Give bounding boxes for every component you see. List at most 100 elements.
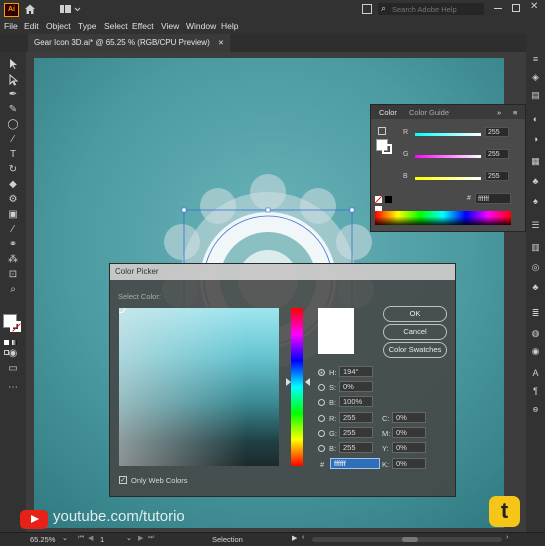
magenta-input[interactable]: 0% <box>392 427 426 438</box>
menu-edit[interactable]: Edit <box>24 21 39 31</box>
gradient-panel-icon[interactable]: ▥ <box>530 242 541 253</box>
libraries-icon[interactable]: ▤ <box>530 90 541 101</box>
yellow-input[interactable]: 0% <box>392 442 426 453</box>
paintbrush-tool-icon[interactable]: ∕ <box>6 134 20 146</box>
minimize-button[interactable] <box>494 8 502 9</box>
panel-menu-icon[interactable]: ≡ <box>513 108 517 117</box>
last-artboard-icon[interactable]: ⏭ <box>148 534 154 542</box>
menu-effect[interactable]: Effect <box>132 21 154 31</box>
close-window-button[interactable]: ✕ <box>530 1 538 12</box>
b-value[interactable]: 255 <box>485 171 509 181</box>
r-value[interactable]: 255 <box>485 127 509 137</box>
hue-slider-right-arrow[interactable] <box>305 378 310 386</box>
red-input[interactable]: 255 <box>339 412 373 423</box>
search-field[interactable]: ⌕ <box>378 3 484 15</box>
fill-stroke-mini-swatch[interactable] <box>376 127 394 155</box>
only-web-colors-checkbox[interactable]: ✓ <box>119 476 127 484</box>
align-icon[interactable]: ≣ <box>530 308 541 319</box>
workspace-switcher-icon[interactable] <box>60 4 82 14</box>
menu-select[interactable]: Select <box>104 21 128 31</box>
tab-color[interactable]: Color <box>379 108 397 117</box>
color-field[interactable] <box>119 308 279 466</box>
hex-input[interactable]: ffffff <box>330 458 380 469</box>
type-tool-icon[interactable]: T <box>6 149 20 161</box>
hue-input[interactable]: 194° <box>339 366 373 377</box>
screen-mode-icon[interactable]: ▭ <box>6 363 20 375</box>
cyan-input[interactable]: 0% <box>392 412 426 423</box>
cancel-button[interactable]: Cancel <box>383 324 447 340</box>
blue-input[interactable]: 255 <box>339 442 373 453</box>
color-mode-icons[interactable] <box>4 337 22 355</box>
blend-tool-icon[interactable]: ⚭ <box>6 239 20 251</box>
ellipse-tool-icon[interactable]: ◯ <box>6 119 20 131</box>
ok-button[interactable]: OK <box>383 306 447 322</box>
brushes-icon[interactable]: ♣ <box>530 176 541 187</box>
curvature-tool-icon[interactable]: ✎ <box>6 104 20 116</box>
properties-icon[interactable]: ≡ <box>530 54 541 65</box>
rotate-tool-icon[interactable]: ↻ <box>6 164 20 176</box>
color-panel-icon[interactable]: ◐ <box>530 114 541 125</box>
symbol-sprayer-tool-icon[interactable]: ⁂ <box>6 254 20 266</box>
direct-selection-tool-icon[interactable] <box>6 73 20 86</box>
zoom-tool-icon[interactable]: ⌕ <box>6 284 20 296</box>
g-value[interactable]: 255 <box>485 149 509 159</box>
menu-file[interactable]: File <box>4 21 18 31</box>
collapse-panel-icon[interactable]: » <box>497 108 501 117</box>
menu-help[interactable]: Help <box>221 21 238 31</box>
pathfinder-icon[interactable]: ◍ <box>530 328 541 339</box>
fill-stroke-swatch[interactable] <box>3 314 23 334</box>
draw-mode-icon[interactable]: ◉ <box>6 348 20 360</box>
hue-slider[interactable] <box>291 308 303 466</box>
first-artboard-icon[interactable]: ⏮ <box>78 534 84 542</box>
eyedropper-tool-icon[interactable]: ⁄ <box>6 224 20 236</box>
paragraph-icon[interactable]: ¶ <box>530 386 541 397</box>
saturation-radio[interactable] <box>318 384 325 391</box>
artboard-number[interactable]: 1 <box>100 535 104 544</box>
document-tab[interactable]: Gear Icon 3D.ai* @ 65.25 % (RGB/CPU Prev… <box>28 34 230 52</box>
hex-field[interactable]: ffffff <box>475 193 511 204</box>
pen-tool-icon[interactable]: ✒ <box>6 89 20 101</box>
black-input[interactable]: 0% <box>392 458 426 469</box>
eraser-tool-icon[interactable]: ◆ <box>6 179 20 191</box>
saturation-input[interactable]: 0% <box>339 381 373 392</box>
next-artboard-icon[interactable]: ▶ <box>138 534 143 542</box>
color-guide-icon[interactable]: ◑ <box>530 134 541 145</box>
menu-view[interactable]: View <box>161 21 179 31</box>
more-tools-icon[interactable]: ⋯ <box>6 382 20 394</box>
zoom-dropdown-icon[interactable]: ⌄ <box>62 534 68 542</box>
r-slider[interactable] <box>415 133 481 136</box>
brightness-input[interactable]: 100% <box>339 396 373 407</box>
layers-icon[interactable]: ◈ <box>530 72 541 83</box>
artboard-tool-icon[interactable]: ⊡ <box>6 269 20 281</box>
zoom-level[interactable]: 65.25% <box>30 535 55 544</box>
horizontal-scrollbar[interactable] <box>312 537 502 542</box>
menu-window[interactable]: Window <box>186 21 216 31</box>
hue-radio[interactable] <box>318 369 325 376</box>
transparency-icon[interactable]: ◎ <box>530 262 541 273</box>
swatches-icon[interactable]: ▦ <box>530 156 541 167</box>
green-radio[interactable] <box>318 430 325 437</box>
gradient-tool-icon[interactable]: ▣ <box>6 209 20 221</box>
search-input[interactable] <box>392 4 480 14</box>
blue-radio[interactable] <box>318 445 325 452</box>
close-tab-icon[interactable]: ✕ <box>218 40 224 47</box>
opentype-icon[interactable]: ɵ <box>530 404 541 415</box>
width-tool-icon[interactable]: ⚙ <box>6 194 20 206</box>
b-slider[interactable] <box>415 177 481 180</box>
none-black-white-swatches[interactable] <box>374 195 399 213</box>
tab-color-guide[interactable]: Color Guide <box>409 108 449 117</box>
scroll-left-icon[interactable]: ‹ <box>302 534 304 541</box>
color-swatches-button[interactable]: Color Swatches <box>383 342 447 358</box>
symbols-icon[interactable]: ♠ <box>530 196 541 207</box>
maximize-button[interactable] <box>512 4 520 12</box>
selection-tool-icon[interactable] <box>6 58 20 70</box>
character-icon[interactable]: A <box>530 368 541 379</box>
arrange-panels-icon[interactable] <box>362 4 372 14</box>
brightness-radio[interactable] <box>318 399 325 406</box>
hue-slider-left-arrow[interactable] <box>286 378 291 386</box>
status-menu-arrow-icon[interactable]: ▶ <box>292 534 297 542</box>
artboard-dropdown-icon[interactable]: ⌄ <box>126 534 132 542</box>
scroll-right-icon[interactable]: › <box>506 534 508 541</box>
menu-type[interactable]: Type <box>78 21 96 31</box>
green-input[interactable]: 255 <box>339 427 373 438</box>
